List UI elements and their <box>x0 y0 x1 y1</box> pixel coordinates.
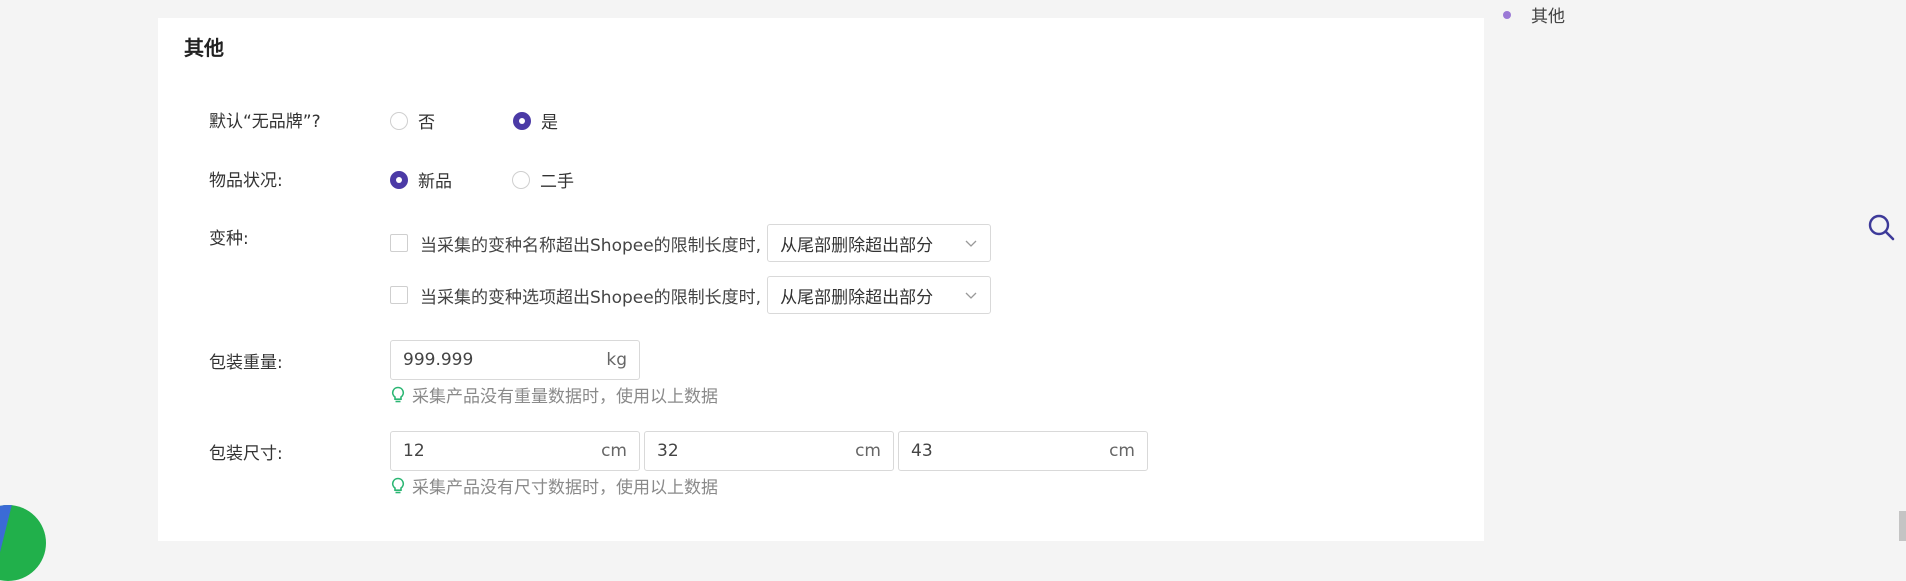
radio-button[interactable] <box>390 111 408 130</box>
radio-label: 二手 <box>540 172 574 192</box>
lightbulb-icon <box>391 386 405 402</box>
side-nav-item-other[interactable]: 其他 <box>1503 2 1565 27</box>
chevron-down-icon <box>965 240 977 247</box>
select-value: 从尾部删除超出部分 <box>780 287 934 308</box>
lightbulb-icon <box>391 477 405 493</box>
other-settings-card: 其他 默认“无品牌”? 否 是 物品状况: 新品 二手 变种: 当采集的变种名称… <box>158 18 1484 541</box>
size-unit: cm <box>1109 441 1135 461</box>
condition-radio-group: 新品 二手 <box>390 167 574 192</box>
radio-button-checked[interactable] <box>390 170 408 189</box>
variant-name-select[interactable]: 从尾部删除超出部分 <box>767 224 992 262</box>
radio-label: 否 <box>418 113 435 133</box>
condition-option-used[interactable]: 二手 <box>512 167 574 192</box>
weight-hint: 采集产品没有重量数据时，使用以上数据 <box>390 382 718 407</box>
radio-label: 是 <box>541 113 558 133</box>
size-unit: cm <box>855 441 881 461</box>
dot-icon <box>1503 10 1511 19</box>
size-hint: 采集产品没有尺寸数据时，使用以上数据 <box>390 473 718 498</box>
size-height-input[interactable]: 43 cm <box>898 431 1148 471</box>
size-value: 43 <box>911 441 933 461</box>
radio-button[interactable] <box>512 170 530 189</box>
size-value: 32 <box>657 441 679 461</box>
variant-option-row: 当采集的变种选项超出Shopee的限制长度时, 从尾部删除超出部分 <box>390 276 992 314</box>
variant-name-text: 当采集的变种名称超出Shopee的限制长度时, <box>420 235 762 256</box>
size-length-input[interactable]: 12 cm <box>390 431 640 471</box>
floating-assistant-button[interactable] <box>0 505 46 581</box>
size-label: 包装尺寸: <box>209 444 283 464</box>
size-unit: cm <box>601 441 627 461</box>
weight-input[interactable]: 999.999 kg <box>390 340 640 380</box>
chevron-down-icon <box>965 292 977 299</box>
assistant-logo-icon <box>0 505 12 581</box>
variant-name-row: 当采集的变种名称超出Shopee的限制长度时, 从尾部删除超出部分 <box>390 224 992 262</box>
size-width-input[interactable]: 32 cm <box>644 431 894 471</box>
no-brand-option-yes[interactable]: 是 <box>513 108 558 133</box>
variant-label: 变种: <box>209 229 249 249</box>
weight-hint-text: 采集产品没有重量数据时，使用以上数据 <box>412 387 718 407</box>
radio-button-checked[interactable] <box>513 111 531 130</box>
weight-label: 包装重量: <box>209 353 283 373</box>
section-title: 其他 <box>184 36 224 60</box>
condition-option-new[interactable]: 新品 <box>390 167 452 192</box>
weight-value: 999.999 <box>403 350 474 370</box>
variant-option-select[interactable]: 从尾部删除超出部分 <box>767 276 992 314</box>
size-hint-text: 采集产品没有尺寸数据时，使用以上数据 <box>412 478 718 498</box>
search-button[interactable] <box>1866 212 1896 246</box>
select-value: 从尾部删除超出部分 <box>780 235 934 256</box>
no-brand-label: 默认“无品牌”? <box>209 112 321 132</box>
side-nav-label: 其他 <box>1531 7 1565 27</box>
no-brand-option-no[interactable]: 否 <box>390 108 435 133</box>
weight-unit: kg <box>606 350 627 370</box>
variant-name-checkbox[interactable] <box>390 234 408 252</box>
variant-option-text: 当采集的变种选项超出Shopee的限制长度时, <box>420 287 762 308</box>
no-brand-radio-group: 否 是 <box>390 108 558 133</box>
search-icon <box>1868 214 1895 241</box>
radio-label: 新品 <box>418 172 452 192</box>
variant-option-checkbox[interactable] <box>390 286 408 304</box>
condition-label: 物品状况: <box>209 171 283 191</box>
scrollbar-thumb[interactable] <box>1899 511 1906 541</box>
size-value: 12 <box>403 441 425 461</box>
